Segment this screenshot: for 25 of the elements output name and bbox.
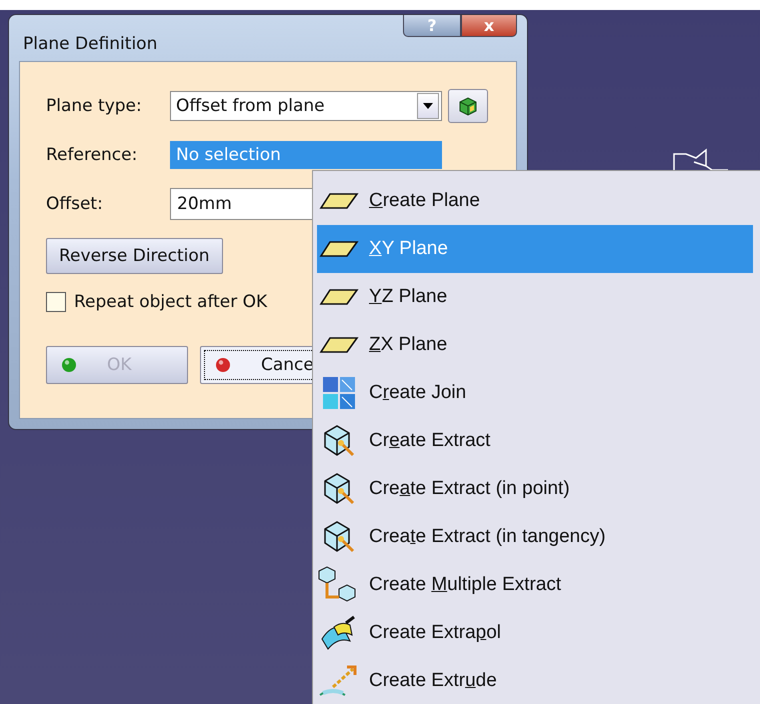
cube-icon-button[interactable] bbox=[448, 89, 488, 123]
plane-icon bbox=[317, 289, 361, 305]
close-button[interactable]: x bbox=[461, 15, 517, 37]
checkbox[interactable] bbox=[46, 292, 66, 312]
plane-icon bbox=[317, 241, 361, 257]
field-label: Plane type: bbox=[46, 96, 143, 116]
reverse-direction-button[interactable]: Reverse Direction bbox=[46, 238, 223, 274]
ball-icon bbox=[215, 357, 231, 373]
menu-item[interactable]: Create Extrapol bbox=[317, 609, 753, 657]
ball-icon bbox=[61, 357, 77, 373]
plane-icon bbox=[317, 337, 361, 353]
field-label: Reference: bbox=[46, 145, 138, 165]
cube-icon bbox=[457, 95, 479, 117]
field-label: Offset: bbox=[46, 194, 104, 214]
window-title: Plane Definition bbox=[23, 34, 158, 54]
plane-type-dropdown[interactable]: Offset from plane bbox=[170, 91, 442, 121]
menu-item[interactable]: Create Extract (in point) bbox=[317, 465, 753, 513]
plane-icon bbox=[317, 193, 361, 209]
dropdown-arrow-icon bbox=[423, 103, 433, 109]
menu-item[interactable]: YZ Plane bbox=[317, 273, 753, 321]
menu-item[interactable]: Create Extract (in tangency) bbox=[317, 513, 753, 561]
menu-item[interactable]: Create Extrude bbox=[317, 657, 753, 704]
menu-item[interactable]: Create Multiple Extract bbox=[317, 561, 753, 609]
checkbox-label: Repeat object after OK bbox=[74, 292, 268, 312]
menu-item[interactable]: Create Extract bbox=[317, 417, 753, 465]
